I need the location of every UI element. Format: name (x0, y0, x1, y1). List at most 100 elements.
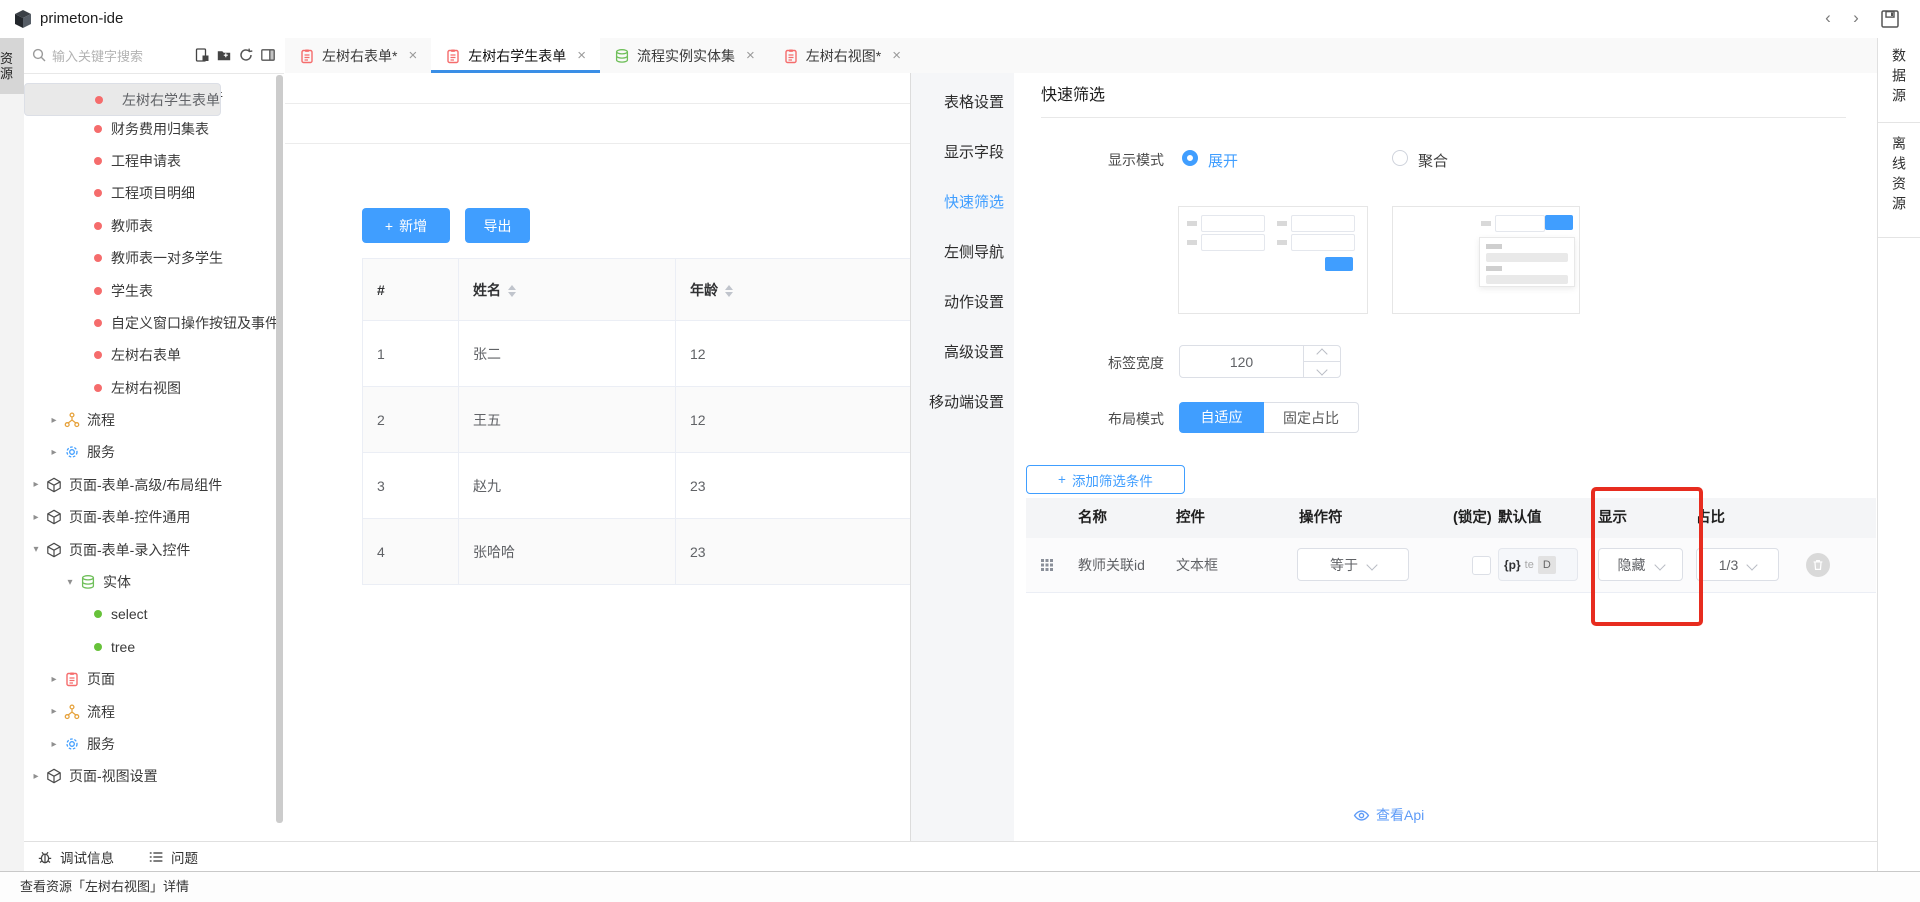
chevron-right-icon[interactable]: ▸ (48, 447, 60, 458)
add-record-button[interactable]: +新增 (362, 208, 450, 243)
close-icon[interactable]: × (577, 47, 586, 64)
search-input[interactable] (50, 43, 204, 69)
tab-process-instance-entity[interactable]: 流程实例实体集 × (600, 38, 769, 73)
nav-back-icon[interactable]: ‹ (1818, 0, 1838, 38)
default-value-input[interactable]: {p} te D (1498, 548, 1578, 581)
layout-fixed-ratio-button[interactable]: 固定占比 (1264, 402, 1359, 433)
tree-item[interactable]: ▸服务 (24, 436, 284, 468)
new-folder-icon[interactable] (216, 47, 232, 63)
menu-advanced-settings[interactable]: 高级设置 (911, 328, 1014, 378)
tree-item-label: 自定义窗口操作按钮及事件 (111, 313, 279, 333)
tree-item[interactable]: tree (24, 631, 284, 663)
display-select[interactable]: 隐藏 (1598, 548, 1683, 581)
ratio-select[interactable]: 1/3 (1696, 548, 1779, 581)
menu-action-settings[interactable]: 动作设置 (911, 278, 1014, 328)
radio-expand[interactable] (1182, 150, 1198, 166)
activity-tab-resources[interactable]: 资源 (0, 38, 24, 94)
tree-item[interactable]: 左树右表单 (24, 339, 284, 371)
sort-icon[interactable] (725, 285, 733, 297)
view-api-link[interactable]: 查看Api (1353, 805, 1424, 825)
tree-item[interactable]: ▾实体 (24, 566, 284, 598)
tab-left-tree-view[interactable]: 左树右视图* × (769, 38, 915, 73)
chevron-right-icon[interactable]: ▸ (48, 674, 60, 685)
app-title: primeton-ide (40, 0, 123, 38)
chevron-right-icon[interactable]: ▸ (48, 415, 60, 426)
refresh-icon[interactable] (238, 47, 254, 63)
tree-item[interactable]: ▸流程 (24, 695, 284, 727)
menu-display-fields[interactable]: 显示字段 (911, 128, 1014, 178)
tree-item[interactable]: ▸流程 (24, 404, 284, 436)
tree-item[interactable]: ▸页面-视图设置 (24, 760, 284, 792)
activity-tab-offline-resources[interactable]: 离线资源 (1878, 136, 1920, 216)
col-age[interactable]: 年龄 (676, 259, 911, 321)
tree-item-selected[interactable]: 左树右学生表单 (24, 83, 221, 116)
export-button[interactable]: 导出 (465, 208, 530, 243)
radio-expand-label[interactable]: 展开 (1208, 150, 1238, 171)
close-icon[interactable]: × (746, 47, 755, 64)
chevron-right-icon[interactable]: ▸ (48, 739, 60, 750)
close-icon[interactable]: × (892, 47, 901, 64)
tree-item[interactable]: 教师表一对多学生 (24, 242, 284, 274)
tree-item[interactable]: 自定义窗口操作按钮及事件 (24, 307, 284, 339)
table-row[interactable]: 1 张二 12 (363, 321, 911, 387)
locked-checkbox[interactable] (1472, 556, 1491, 575)
chevron-right-icon[interactable]: ▸ (48, 706, 60, 717)
red-dot-icon (94, 125, 102, 133)
chevron-right-icon[interactable]: ▸ (30, 771, 42, 782)
chevron-right-icon[interactable]: ▸ (30, 512, 42, 523)
radio-aggregate[interactable] (1392, 150, 1408, 166)
tree-item[interactable]: select (24, 598, 284, 630)
table-row[interactable]: 4 张哈哈 23 (363, 519, 911, 585)
chevron-right-icon[interactable]: ▸ (30, 479, 42, 490)
drag-handle-icon[interactable] (1039, 557, 1055, 573)
delete-filter-button[interactable] (1806, 553, 1830, 577)
tab-left-tree-student-form[interactable]: 左树右学生表单 × (431, 38, 600, 73)
chevron-down-icon[interactable]: ▾ (30, 544, 42, 555)
tree-item[interactable]: 财务费用归集表 (24, 112, 284, 144)
table-row[interactable]: 3 赵九 23 (363, 453, 911, 519)
tree-item-label: 左树右视图 (111, 378, 181, 398)
tree-item[interactable]: ▾页面-表单-录入控件 (24, 533, 284, 565)
tree-item[interactable]: ▸服务 (24, 728, 284, 760)
stepper-up-button[interactable] (1303, 345, 1341, 362)
expand-mode-preview[interactable] (1178, 206, 1368, 314)
problems-button[interactable]: 问题 (148, 847, 198, 867)
col-name[interactable]: 姓名 (459, 259, 676, 321)
tree-item[interactable]: 工程申请表 (24, 145, 284, 177)
label-width-input[interactable] (1179, 345, 1304, 378)
operator-select[interactable]: 等于 (1297, 548, 1409, 581)
table-row[interactable]: 2 王五 12 (363, 387, 911, 453)
menu-left-nav[interactable]: 左侧导航 (911, 228, 1014, 278)
menu-table-settings[interactable]: 表格设置 (911, 78, 1014, 128)
chevron-down-icon[interactable]: ▾ (64, 577, 76, 588)
tree-item[interactable]: 工程项目明细 (24, 177, 284, 209)
tree-item[interactable]: 学生表 (24, 274, 284, 306)
menu-quick-filter[interactable]: 快速筛选 (911, 178, 1014, 228)
debug-info-label: 调试信息 (60, 847, 114, 867)
add-filter-condition-button[interactable]: + 添加筛选条件 (1026, 465, 1185, 494)
workflow-icon (64, 412, 80, 428)
collapse-panel-icon[interactable] (260, 47, 276, 63)
save-icon[interactable] (1879, 8, 1901, 30)
import-file-icon[interactable] (194, 47, 210, 63)
sort-icon[interactable] (508, 285, 516, 297)
tree-scrollbar[interactable] (276, 75, 283, 823)
radio-aggregate-label[interactable]: 聚合 (1418, 150, 1448, 171)
debug-info-button[interactable]: 调试信息 (37, 847, 114, 867)
tab-left-tree-form[interactable]: 左树右表单* × (285, 38, 431, 73)
tree-item[interactable]: 教师表 (24, 210, 284, 242)
stepper-down-button[interactable] (1303, 361, 1341, 378)
layout-adaptive-button[interactable]: 自适应 (1179, 402, 1264, 433)
divider (1878, 237, 1920, 238)
nav-forward-icon[interactable]: › (1846, 0, 1866, 38)
menu-mobile-settings[interactable]: 移动端设置 (911, 378, 1014, 428)
tree-item[interactable]: ▸页面-表单-高级/布局组件 (24, 469, 284, 501)
tree-item-label: 左树右学生表单 (122, 90, 220, 110)
tree-item[interactable]: 左树右视图 (24, 372, 284, 404)
close-icon[interactable]: × (408, 47, 417, 64)
aggregate-mode-preview[interactable] (1392, 206, 1580, 314)
gear-icon (64, 736, 80, 752)
tree-item[interactable]: ▸页面 (24, 663, 284, 695)
activity-tab-datasource[interactable]: 数据源 (1878, 48, 1920, 108)
tree-item[interactable]: ▸页面-表单-控件通用 (24, 501, 284, 533)
